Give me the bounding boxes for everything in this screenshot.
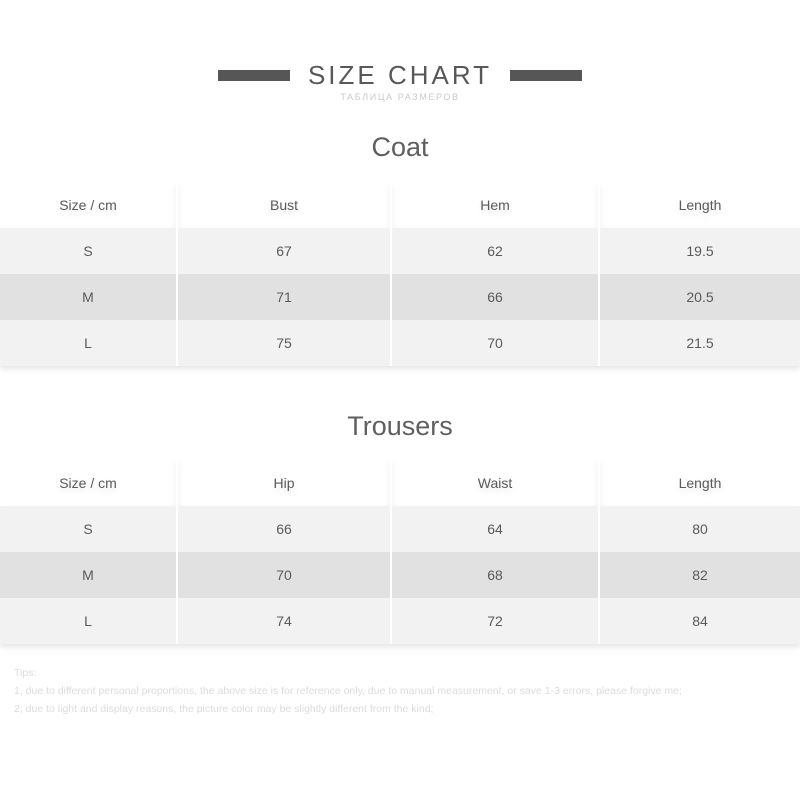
column-header-length: Length (678, 475, 722, 491)
size-table-trousers: Size / cm Hip Waist Length S 66 64 80 M … (0, 460, 800, 644)
page-title: SIZE CHART (307, 60, 493, 90)
column-header-length: Length (678, 197, 722, 213)
cell-hem: 62 (392, 228, 600, 274)
cell-size: S (0, 228, 178, 274)
table-row: S 66 64 80 (0, 506, 800, 552)
table-header-row: Size / cm Bust Hem Length (0, 182, 800, 228)
cell-length: 21.5 (600, 320, 800, 366)
cell-length: 20.5 (600, 274, 800, 320)
cell-length: 19.5 (600, 228, 800, 274)
cell-hip: 66 (178, 506, 392, 552)
cell-size: M (0, 274, 178, 320)
cell-hem: 66 (392, 274, 600, 320)
decorative-bar-right (510, 69, 583, 81)
tips-heading: Tips: (14, 667, 37, 679)
decorative-bar-left (217, 69, 290, 81)
cell-bust: 67 (178, 228, 392, 274)
table-row: M 71 66 20.5 (0, 274, 800, 320)
size-chart-page: SIZE CHART ТАБЛИЦА РАЗМЕРОВ Coat Size / … (0, 0, 800, 800)
section-title-trousers: Trousers (347, 411, 453, 441)
table-header-row: Size / cm Hip Waist Length (0, 460, 800, 506)
header-title-row: SIZE CHART (217, 60, 583, 90)
column-header-hip: Hip (178, 460, 392, 506)
cell-length: 84 (600, 598, 800, 644)
cell-bust: 71 (178, 274, 392, 320)
cell-hip: 70 (178, 552, 392, 598)
column-header-bust: Bust (178, 182, 392, 228)
column-header-size: Size / cm (0, 460, 178, 506)
table-row: L 75 70 21.5 (0, 320, 800, 366)
cell-waist: 64 (392, 506, 600, 552)
tips-line-1: 1, due to different personal proportions… (14, 685, 682, 697)
cell-hip: 74 (178, 598, 392, 644)
tips-block: Tips: 1, due to different personal propo… (14, 664, 784, 718)
cell-waist: 72 (392, 598, 600, 644)
column-header-waist: Waist (392, 460, 600, 506)
cell-hem: 70 (392, 320, 600, 366)
page-header: SIZE CHART ТАБЛИЦА РАЗМЕРОВ (0, 62, 800, 102)
tips-line-2: 2, due to light and display reasons, the… (14, 703, 434, 715)
cell-bust: 75 (178, 320, 392, 366)
cell-waist: 68 (392, 552, 600, 598)
table-row: M 70 68 82 (0, 552, 800, 598)
size-table-coat: Size / cm Bust Hem Length S 67 62 19.5 M… (0, 182, 800, 366)
cell-size: S (0, 506, 178, 552)
column-header-hem: Hem (392, 182, 600, 228)
cell-size: M (0, 552, 178, 598)
cell-size: L (0, 598, 178, 644)
cell-length: 82 (600, 552, 800, 598)
section-title-coat: Coat (371, 132, 429, 162)
table-row: L 74 72 84 (0, 598, 800, 644)
table-row: S 67 62 19.5 (0, 228, 800, 274)
column-header-size: Size / cm (0, 182, 178, 228)
page-subtitle: ТАБЛИЦА РАЗМЕРОВ (340, 92, 460, 102)
cell-length: 80 (600, 506, 800, 552)
cell-size: L (0, 320, 178, 366)
